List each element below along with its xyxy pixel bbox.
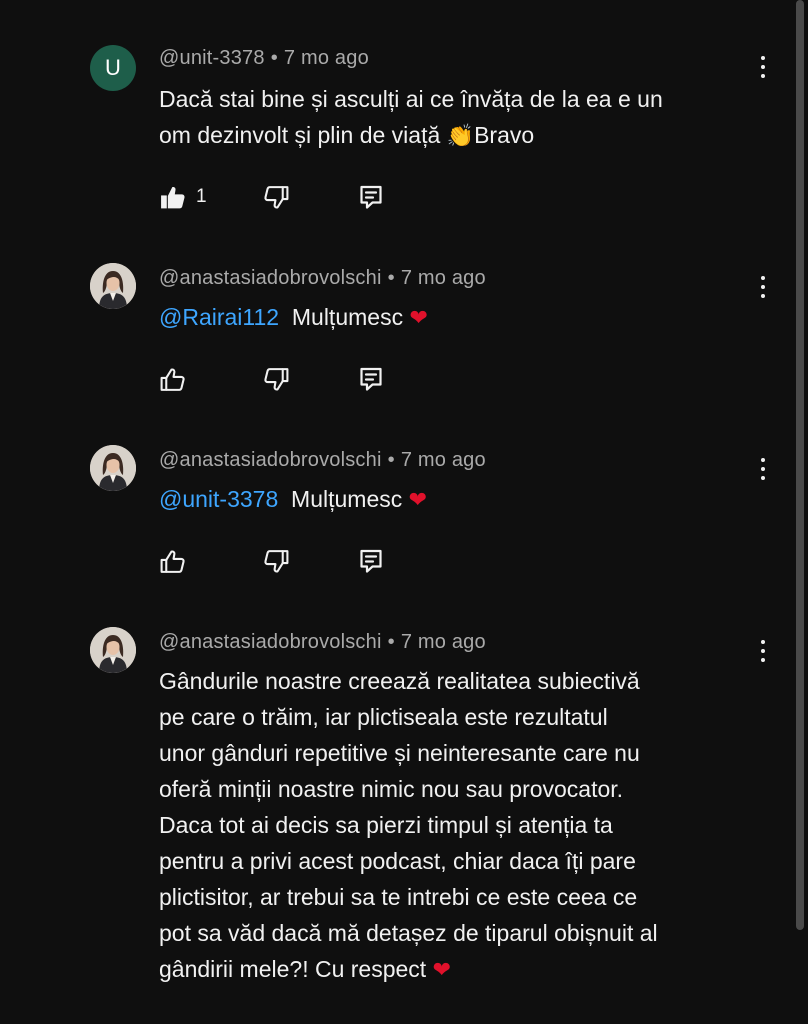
comment-text-part: gândirii mele?! Cu respect — [159, 956, 433, 982]
thumbs-down-icon — [263, 184, 290, 211]
scrollbar[interactable] — [796, 0, 804, 930]
comment-text-line: Daca tot ai decis sa pierzi timpul și at… — [159, 812, 613, 838]
thumbs-up-icon — [159, 366, 186, 393]
comment-time: 7 mo ago — [400, 449, 486, 471]
comment-meta: @anastasiadobrovolschi • 7 mo ago — [159, 449, 486, 472]
reply-comment-icon — [358, 184, 384, 210]
more-options-button[interactable] — [752, 52, 774, 82]
meta-separator: • — [270, 47, 278, 69]
comment-meta: @anastasiadobrovolschi • 7 mo ago — [159, 631, 486, 654]
like-count: 1 — [196, 186, 207, 207]
mention-link[interactable]: @unit-3378 — [159, 486, 278, 512]
more-dot — [761, 285, 765, 289]
comment-text-line: pot sa văd dacă mă detașez de tiparul ob… — [159, 920, 658, 946]
comment-text-line: @unit-3378 Mulțumesc ❤ — [159, 481, 759, 518]
more-vertical-icon — [761, 56, 765, 60]
comment-author[interactable]: @anastasiadobrovolschi — [159, 449, 382, 471]
dislike-button[interactable] — [263, 182, 290, 212]
reply-comment-icon — [358, 366, 384, 392]
mention-link[interactable]: @Rairai112 — [159, 304, 279, 330]
reply-button[interactable] — [358, 182, 384, 212]
meta-separator: • — [387, 631, 395, 653]
red-heart-emoji: ❤ — [408, 487, 428, 512]
comment-text-part: om dezinvolt și plin de viață — [159, 122, 447, 148]
comment-author[interactable]: @unit-3378 — [159, 47, 265, 69]
like-button[interactable]: 1 — [159, 182, 207, 212]
comment-text: Gândurile noastre creează realitatea sub… — [159, 663, 759, 988]
more-dot — [761, 294, 765, 298]
comment-text-line: Gândurile noastre creează realitatea sub… — [159, 668, 640, 694]
comment-text-line: @Rairai112 Mulțumesc ❤ — [159, 299, 759, 336]
comment-meta: @anastasiadobrovolschi • 7 mo ago — [159, 267, 486, 290]
comment-text: @unit-3378 Mulțumesc ❤ — [159, 481, 759, 518]
more-dot — [761, 65, 765, 69]
comment-author[interactable]: @anastasiadobrovolschi — [159, 631, 382, 653]
avatar[interactable] — [90, 627, 136, 673]
reply-button[interactable] — [358, 546, 384, 576]
more-vertical-icon — [761, 640, 765, 644]
avatar[interactable]: U — [90, 45, 136, 91]
red-heart-emoji: ❤ — [409, 305, 428, 330]
comment-time: 7 mo ago — [400, 267, 486, 289]
comment-text-line: gândirii mele?! Cu respect ❤ — [159, 951, 759, 988]
more-vertical-icon — [761, 458, 765, 462]
comment-text-line: plictisitor, ar trebui sa te intrebi ce … — [159, 884, 638, 910]
reply-comment-icon — [358, 548, 384, 574]
more-dot — [761, 467, 765, 471]
comment-author[interactable]: @anastasiadobrovolschi — [159, 267, 382, 289]
comment-text: Dacă stai bine și asculți ai ce învăța d… — [159, 81, 759, 154]
more-options-button[interactable] — [752, 454, 774, 484]
meta-separator: • — [387, 267, 395, 289]
avatar-letter: U — [105, 55, 121, 80]
comment-text-line: pentru a privi acest podcast, chiar daca… — [159, 848, 636, 874]
thumbs-down-icon — [263, 548, 290, 575]
red-heart-emoji: ❤ — [432, 957, 452, 982]
comment-text-line: oferă minții noastre nimic nou sau provo… — [159, 776, 624, 802]
more-dot — [761, 658, 765, 662]
comment-time: 7 mo ago — [400, 631, 486, 653]
comment-text: @Rairai112 Mulțumesc ❤ — [159, 299, 759, 336]
comment-text-line: unor gânduri repetitive și neinteresante… — [159, 740, 640, 766]
like-button[interactable] — [159, 364, 186, 394]
avatar[interactable] — [90, 445, 136, 491]
more-dot — [761, 476, 765, 480]
comment-text-part: Mulțumesc — [291, 304, 404, 330]
comment-text-line: om dezinvolt și plin de viață 👏Bravo — [159, 117, 759, 154]
avatar-photo — [90, 445, 136, 491]
comment-time: 7 mo ago — [283, 47, 369, 69]
thumbs-up-icon — [159, 548, 186, 575]
comment-text-part: Bravo — [474, 122, 535, 148]
thumbs-up-icon — [159, 184, 186, 211]
more-vertical-icon — [761, 276, 765, 280]
like-button[interactable] — [159, 546, 186, 576]
avatar-photo — [90, 263, 136, 309]
avatar-photo — [90, 627, 136, 673]
avatar[interactable] — [90, 263, 136, 309]
more-options-button[interactable] — [752, 636, 774, 666]
comment-text-line: Dacă stai bine și asculți ai ce învăța d… — [159, 86, 663, 112]
reply-button[interactable] — [358, 364, 384, 394]
thumbs-down-icon — [263, 366, 290, 393]
more-dot — [761, 649, 765, 653]
comment-meta: @unit-3378 • 7 mo ago — [159, 47, 369, 70]
dislike-button[interactable] — [263, 364, 290, 394]
comment-text-part: Mulțumesc — [291, 486, 403, 512]
more-dot — [761, 74, 765, 78]
dislike-button[interactable] — [263, 546, 290, 576]
comment-text-line: pe care o trăim, iar plictiseala este re… — [159, 704, 608, 730]
more-options-button[interactable] — [752, 272, 774, 302]
clapping-hands-emoji: 👏 — [446, 123, 475, 148]
meta-separator: • — [387, 449, 395, 471]
